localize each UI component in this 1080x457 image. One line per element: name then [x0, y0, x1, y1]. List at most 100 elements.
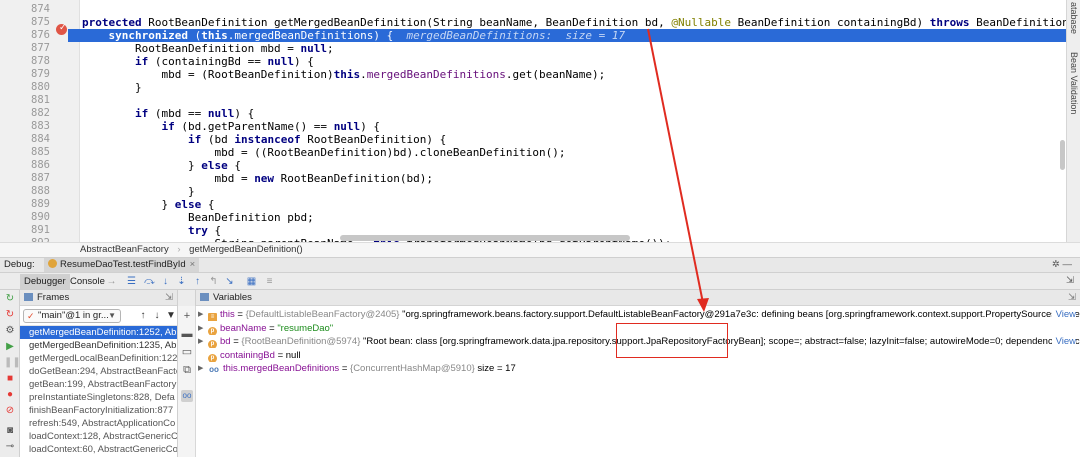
settings-icon[interactable]: ✲ —: [1052, 258, 1072, 272]
debug-session-tab[interactable]: ResumeDaoTest.testFindById ×: [44, 258, 200, 272]
view-link[interactable]: View: [1051, 308, 1076, 321]
line-number[interactable]: 887: [0, 172, 50, 185]
line-number[interactable]: 874: [0, 3, 50, 16]
variable-row[interactable]: ▶ oo this.mergedBeanDefinitions = {Concurr…: [196, 362, 1080, 375]
frame-item[interactable]: preInstantiateSingletons:828, Defa: [20, 391, 177, 404]
line-number[interactable]: 879: [0, 68, 50, 81]
execution-line[interactable]: synchronized (this.mergedBeanDefinitions…: [82, 29, 1066, 42]
step-out-icon[interactable]: ↑: [192, 276, 203, 287]
restore-layout-icon[interactable]: ⇲: [165, 290, 173, 305]
line-number[interactable]: 891: [0, 224, 50, 237]
line-number[interactable]: 876: [0, 29, 50, 42]
line-number[interactable]: 881: [0, 94, 50, 107]
line-number[interactable]: 877: [0, 42, 50, 55]
thread-select[interactable]: ✓ "main"@1 in gr... ▼: [23, 309, 121, 323]
camera-icon[interactable]: ◙: [4, 425, 16, 437]
line-number[interactable]: 890: [0, 211, 50, 224]
layout-settings-icon[interactable]: ⇲: [1066, 273, 1074, 289]
rerun-failed-icon[interactable]: ↻: [4, 309, 16, 321]
code-line[interactable]: if (bd.getParentName() == null) {: [82, 120, 1066, 133]
expand-arrow-icon[interactable]: ▶: [198, 362, 206, 375]
code-line[interactable]: [82, 94, 1066, 107]
rerun-icon[interactable]: ↻: [4, 293, 16, 305]
show-watches-icon[interactable]: oo: [181, 390, 193, 402]
line-number[interactable]: 875: [0, 16, 50, 29]
variables-layout-icon[interactable]: ⇲: [1068, 290, 1076, 305]
code-line[interactable]: if (bd instanceof RootBeanDefinition) {: [82, 133, 1066, 146]
code-line[interactable]: [82, 3, 1066, 16]
previous-frame-icon[interactable]: ↑: [137, 309, 149, 322]
stop-icon[interactable]: ■: [4, 373, 16, 385]
code-line[interactable]: if (mbd == null) {: [82, 107, 1066, 120]
junit-icon: [48, 259, 57, 268]
variable-row[interactable]: ▶ ≡ this = {DefaultListableBeanFactory@240…: [196, 308, 1080, 321]
expand-arrow-icon[interactable]: ▶: [198, 308, 206, 321]
filter-icon[interactable]: ▼: [165, 309, 177, 322]
view-link[interactable]: View: [1051, 335, 1076, 348]
frame-item[interactable]: doGetBean:294, AbstractBeanFacto: [20, 365, 177, 378]
frame-item[interactable]: getMergedBeanDefinition:1252, Ab: [20, 326, 177, 339]
frame-item[interactable]: finishBeanFactoryInitialization:877: [20, 404, 177, 417]
vertical-scrollbar[interactable]: [1060, 140, 1065, 170]
console-arrow-icon[interactable]: →: [106, 276, 117, 287]
new-watch-icon[interactable]: +: [181, 310, 193, 322]
code-line[interactable]: mbd = new RootBeanDefinition(bd);: [82, 172, 1066, 185]
code-line[interactable]: }: [82, 185, 1066, 198]
code-line[interactable]: protected RootBeanDefinition getMergedBe…: [82, 16, 1080, 29]
view-breakpoints-icon[interactable]: ●: [4, 389, 16, 401]
breadcrumb-method[interactable]: getMergedBeanDefinition(): [189, 244, 303, 255]
code-line[interactable]: mbd = (RootBeanDefinition)this.mergedBea…: [82, 68, 1066, 81]
copy-icon[interactable]: ⧉: [181, 364, 193, 376]
breadcrumb-class[interactable]: AbstractBeanFactory: [80, 244, 169, 255]
mute-breakpoints-icon[interactable]: ⊘: [4, 405, 16, 417]
collapse-icon[interactable]: ▬: [181, 328, 193, 340]
step-over-icon[interactable]: ⤼: [144, 276, 155, 287]
run-to-cursor-icon[interactable]: ↘: [224, 276, 235, 287]
step-into-icon[interactable]: ↓: [160, 276, 171, 287]
settings-gear-icon[interactable]: ⚙: [4, 325, 16, 337]
code-line[interactable]: BeanDefinition pbd;: [82, 211, 1066, 224]
drop-frame-icon[interactable]: ↰: [208, 276, 219, 287]
code-editor[interactable]: 874 875 876 877 878 879 880 881 882 883 884 885 886 8…: [0, 0, 1080, 242]
frame-item[interactable]: loadContext:128, AbstractGenericCo: [20, 430, 177, 443]
frame-item[interactable]: getMergedBeanDefinition:1235, Ab: [20, 339, 177, 352]
line-number[interactable]: 885: [0, 146, 50, 159]
frame-item[interactable]: loadContext:60, AbstractGenericCo: [20, 443, 177, 456]
line-number[interactable]: 888: [0, 185, 50, 198]
trace-icon[interactable]: ≡: [264, 276, 275, 287]
show-execution-point-icon[interactable]: ☰: [126, 276, 137, 287]
pause-icon[interactable]: ❚❚: [4, 357, 21, 369]
tab-debugger[interactable]: Debugger: [20, 274, 70, 289]
frame-item[interactable]: getMergedLocalBeanDefinition:122: [20, 352, 177, 365]
resume-icon[interactable]: ▶: [4, 341, 16, 353]
line-number[interactable]: 886: [0, 159, 50, 172]
code-line[interactable]: } else {: [82, 198, 1066, 211]
evaluate-expression-icon[interactable]: ▦: [246, 276, 257, 287]
line-number[interactable]: 883: [0, 120, 50, 133]
line-number[interactable]: 889: [0, 198, 50, 211]
expand-arrow-icon[interactable]: ▶: [198, 322, 206, 335]
code-line[interactable]: mbd = ((RootBeanDefinition)bd).cloneBean…: [82, 146, 1066, 159]
frame-item[interactable]: refresh:549, AbstractApplicationCo: [20, 417, 177, 430]
frame-item[interactable]: getBean:199, AbstractBeanFactory: [20, 378, 177, 391]
horizontal-scrollbar[interactable]: [340, 235, 630, 241]
tab-console[interactable]: Console: [66, 274, 109, 289]
parameter-icon: p: [208, 326, 217, 335]
expand-icon[interactable]: ▭: [181, 346, 193, 358]
code-line[interactable]: }: [82, 81, 1066, 94]
force-step-into-icon[interactable]: ⇣: [176, 276, 187, 287]
line-number[interactable]: 882: [0, 107, 50, 120]
close-icon[interactable]: ×: [190, 259, 196, 270]
database-tool-tab[interactable]: atabase: [1069, 2, 1079, 34]
code-line[interactable]: if (containingBd == null) {: [82, 55, 1066, 68]
code-line[interactable]: } else {: [82, 159, 1066, 172]
next-frame-icon[interactable]: ↓: [151, 309, 163, 322]
bean-validation-tool-tab[interactable]: Bean Validation: [1069, 52, 1079, 114]
code-area[interactable]: protected RootBeanDefinition getMergedBe…: [82, 0, 1080, 242]
line-number[interactable]: 880: [0, 81, 50, 94]
line-number[interactable]: 878: [0, 55, 50, 68]
line-number[interactable]: 884: [0, 133, 50, 146]
pin-icon[interactable]: ⊸: [4, 441, 16, 453]
expand-arrow-icon[interactable]: ▶: [198, 335, 206, 348]
code-line[interactable]: RootBeanDefinition mbd = null;: [82, 42, 1066, 55]
